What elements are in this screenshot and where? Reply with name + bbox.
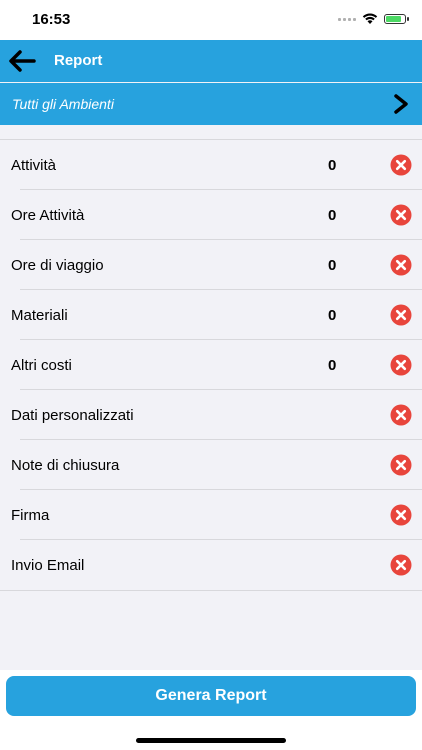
row-label: Firma — [11, 507, 50, 524]
chevron-right-icon — [394, 94, 408, 114]
row-count: 0 — [328, 207, 337, 224]
report-row: Attività 0 — [0, 140, 422, 190]
remove-x-icon[interactable] — [390, 254, 412, 276]
row-count: 0 — [328, 307, 337, 324]
remove-x-icon[interactable] — [390, 554, 412, 576]
row-label: Ore di viaggio — [11, 257, 104, 274]
nav-bar: Report — [0, 40, 422, 82]
row-count: 0 — [328, 257, 337, 274]
row-count: 0 — [328, 157, 337, 174]
report-row: Note di chiusura — [0, 440, 422, 490]
report-row: Ore di viaggio 0 — [0, 240, 422, 290]
row-label: Altri costi — [11, 357, 72, 374]
generate-report-button[interactable]: Genera Report — [6, 676, 416, 716]
bottom-bar: Genera Report — [0, 670, 422, 750]
status-time: 16:53 — [32, 11, 71, 28]
environment-selector[interactable]: Tutti gli Ambienti — [0, 83, 422, 125]
row-label: Attività — [11, 157, 57, 174]
back-arrow-icon[interactable] — [6, 48, 38, 74]
row-label: Dati personalizzati — [11, 407, 134, 424]
report-row: Materiali 0 — [0, 290, 422, 340]
remove-x-icon[interactable] — [390, 304, 412, 326]
report-row: Firma — [0, 490, 422, 540]
status-icons — [338, 13, 409, 25]
remove-x-icon[interactable] — [390, 504, 412, 526]
wifi-icon — [362, 13, 378, 24]
report-options-list: Attività 0 Ore Attività 0 Ore di viaggio 0 Mat… — [0, 139, 422, 591]
battery-icon — [384, 14, 409, 24]
report-row: Invio Email — [0, 540, 422, 591]
remove-x-icon[interactable] — [390, 154, 412, 176]
signal-icon — [338, 17, 356, 21]
report-row: Dati personalizzati — [0, 390, 422, 440]
remove-x-icon[interactable] — [390, 404, 412, 426]
row-label: Materiali — [11, 307, 68, 324]
status-bar: 16:53 — [0, 0, 422, 40]
page-title: Report — [54, 52, 103, 69]
remove-x-icon[interactable] — [390, 454, 412, 476]
remove-x-icon[interactable] — [390, 354, 412, 376]
report-row: Ore Attività 0 — [0, 190, 422, 240]
environment-label: Tutti gli Ambienti — [12, 96, 114, 112]
report-row: Altri costi 0 — [0, 340, 422, 390]
row-count: 0 — [328, 357, 337, 374]
row-label: Invio Email — [11, 557, 85, 574]
row-label: Note di chiusura — [11, 457, 120, 474]
home-indicator — [136, 738, 286, 743]
remove-x-icon[interactable] — [390, 204, 412, 226]
row-label: Ore Attività — [11, 207, 85, 224]
